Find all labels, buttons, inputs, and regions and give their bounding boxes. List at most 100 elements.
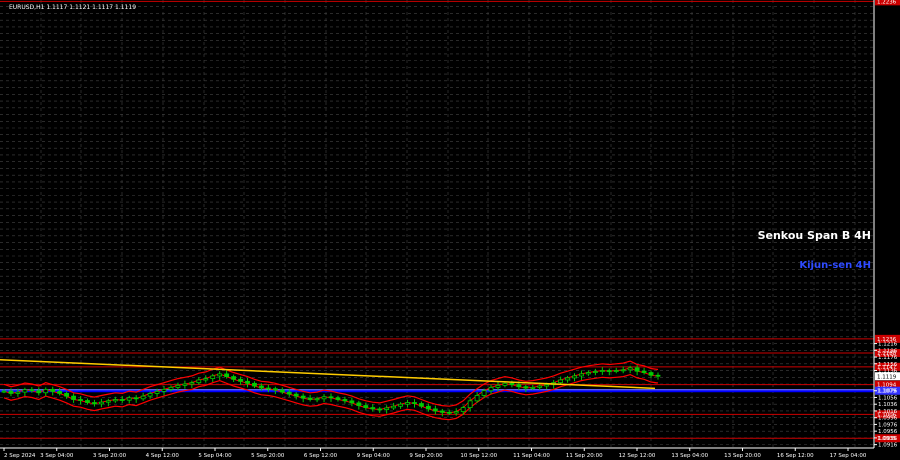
candle-body	[558, 379, 563, 384]
candle-body	[314, 398, 320, 401]
symbol-label: EURUSD,H1 1.1117 1.1121 1.1117 1.1119	[9, 4, 136, 11]
candle-body	[370, 407, 376, 410]
candle-body	[544, 384, 550, 387]
candle-body	[641, 370, 647, 373]
candle-body	[356, 402, 362, 406]
candle-body	[293, 393, 299, 397]
candle-body	[112, 399, 118, 402]
candle-body	[22, 389, 28, 393]
x-tick-label: 5 Sep 04:00	[198, 453, 232, 459]
candle-body	[412, 402, 417, 404]
candle-body	[586, 372, 591, 375]
x-tick-label: 17 Sep 04:00	[830, 453, 867, 459]
candle-body	[537, 385, 543, 388]
candle-body	[217, 373, 223, 377]
candle-body	[147, 393, 153, 397]
price-chart[interactable]: 1.22361.12361.11881.11471.10941.10061.09…	[0, 0, 900, 460]
candle-body	[627, 367, 633, 371]
candle-body	[71, 395, 76, 400]
candle-body	[105, 400, 111, 403]
x-tick-label: 11 Sep 04:00	[513, 453, 550, 459]
candle-body	[64, 393, 70, 397]
candle-body	[613, 370, 619, 372]
y-tick-label: 1.0916	[878, 443, 898, 449]
candle-body	[15, 391, 21, 394]
y-axis-ticks: 1.12161.11961.11761.11561.11361.10761.10…	[874, 342, 898, 449]
candle-body	[85, 400, 90, 403]
candle-body	[363, 405, 369, 408]
candle-body	[168, 386, 174, 390]
candle-body	[592, 371, 598, 373]
candle-body	[335, 397, 341, 400]
x-tick-label: 12 Sep 12:00	[619, 453, 656, 459]
candle-body	[634, 367, 640, 372]
candle-body	[655, 374, 661, 377]
candle-body	[78, 399, 83, 401]
candle-body	[133, 397, 139, 400]
candle-body	[391, 405, 397, 409]
y-tick-label: 1.1196	[878, 348, 898, 354]
x-tick-label: 13 Sep 20:00	[724, 453, 761, 459]
candle-body	[474, 395, 480, 402]
candle-body	[238, 378, 243, 382]
x-tick-label: 11 Sep 20:00	[566, 453, 603, 459]
candle-body	[599, 370, 605, 372]
candle-body	[384, 407, 390, 411]
candle-body	[245, 380, 250, 384]
candle-body	[453, 411, 459, 414]
candle-body	[265, 387, 271, 390]
candle-body	[175, 384, 181, 388]
candle-body	[182, 383, 188, 386]
y-tick-label: 1.1156	[878, 362, 898, 368]
candle-body	[419, 403, 424, 407]
senkou-label: Senkou Span B 4H	[758, 229, 871, 242]
chart-window[interactable]: 1.2236 1.1236 1.1188 1.1147 1.1094 1.1006 1.09…	[0, 0, 900, 460]
y-tick-label: 1.1016	[878, 409, 898, 415]
x-tick-label: 9 Sep 20:00	[409, 453, 443, 459]
candle-body	[1, 390, 7, 393]
y-tick-label: 1.1136	[878, 369, 898, 375]
candle-body	[252, 382, 257, 387]
candle-body	[126, 397, 132, 401]
candle-body	[224, 373, 230, 377]
y-tick-label: 1.1216	[878, 342, 898, 348]
candle-body	[405, 402, 410, 405]
y-tick-label: 1.0936	[878, 436, 898, 442]
y-tick-label: 1.0956	[878, 429, 898, 435]
candle-body	[377, 408, 383, 411]
x-tick-label: 5 Sep 20:00	[251, 453, 285, 459]
x-tick-label: 2 Sep 2024	[4, 453, 36, 459]
x-tick-label: 3 Sep 20:00	[93, 453, 127, 459]
candle-body	[446, 411, 452, 414]
candle-body	[99, 401, 104, 405]
candle-body	[196, 379, 202, 384]
candle-body	[620, 369, 626, 372]
x-tick-label: 6 Sep 12:00	[304, 453, 338, 459]
candle-body	[189, 382, 195, 385]
candle-body	[231, 376, 236, 380]
candle-body	[398, 403, 403, 407]
candle-body	[530, 386, 536, 389]
candle-body	[43, 388, 49, 394]
candle-body	[432, 408, 438, 412]
y-tick-label: 1.1076	[878, 389, 898, 395]
candle-body	[426, 405, 431, 410]
candle-body	[92, 402, 97, 405]
candle-body	[502, 382, 508, 386]
candle-body	[481, 390, 487, 396]
candle-body	[349, 400, 355, 404]
candle-body	[509, 382, 515, 386]
candle-body	[36, 390, 42, 394]
candle-body	[328, 396, 334, 399]
candle-body	[516, 384, 522, 388]
x-tick-label: 13 Sep 04:00	[671, 453, 708, 459]
candle-body	[488, 386, 494, 392]
candle-body	[272, 388, 278, 391]
candle-body	[8, 390, 14, 394]
candle-body	[648, 372, 654, 376]
level-tag-label: 1.2236	[877, 0, 897, 5]
y-tick-label: 1.1036	[878, 402, 898, 408]
candle-body	[467, 400, 473, 408]
candle-body	[279, 389, 285, 393]
current-price-label: 1.1119	[877, 374, 897, 380]
